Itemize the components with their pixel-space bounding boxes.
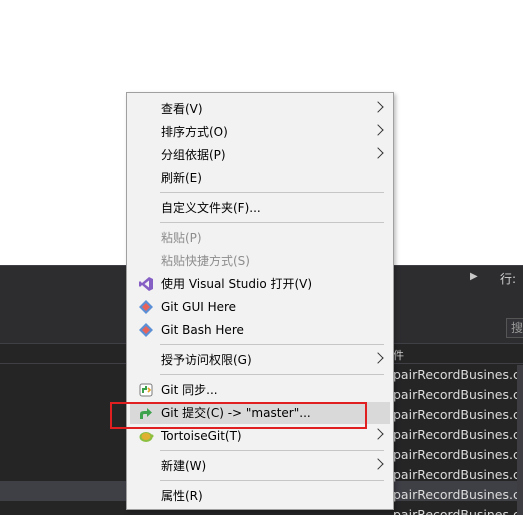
highlight-box [110,402,367,429]
file-column-header[interactable]: 件 [393,347,404,363]
chevron-right-icon [372,458,384,470]
menu-item-label: 使用 Visual Studio 打开(V) [161,277,313,291]
file-row[interactable]: pairRecordBusines.cs [393,385,523,405]
menu-separator [160,450,384,451]
menu-item-label: 分组依据(P) [161,148,226,162]
menu-item-customize-folder[interactable]: 自定义文件夹(F)... [130,197,390,219]
row-label: 行: [500,272,517,286]
file-row[interactable]: pairRecordBusines.cs [393,485,523,505]
menu-item-label: 查看(V) [161,102,203,116]
menu-item-label: Git GUI Here [161,300,237,314]
menu-item-sort-by[interactable]: 排序方式(O) [130,121,390,143]
menu-item-properties[interactable]: 属性(R) [130,485,390,507]
menu-item-label: 属性(R) [161,489,203,503]
menu-item-label: 排序方式(O) [161,125,228,139]
file-row[interactable]: pairRecordBusines.cs [393,505,523,515]
menu-item-label: Git 同步... [161,383,218,397]
menu-item-open-with-visual-studio[interactable]: 使用 Visual Studio 打开(V) [130,273,390,295]
menu-item-git-gui-here[interactable]: Git GUI Here [130,296,390,318]
menu-item-git-sync[interactable]: Git 同步... [130,379,390,401]
chevron-right-icon [372,352,384,364]
chevron-right-icon [372,147,384,159]
visual-studio-icon [139,277,153,291]
menu-item-label: Git Bash Here [161,323,244,337]
file-row[interactable]: pairRecordBusines.cs [393,425,523,445]
menu-item-label: 粘贴快捷方式(S) [161,254,250,268]
menu-item-label: 粘贴(P) [161,231,202,245]
file-row[interactable]: pairRecordBusines.cs [393,405,523,425]
menu-item-label: 刷新(E) [161,171,202,185]
menu-item-label: 自定义文件夹(F)... [161,201,261,215]
menu-item-git-bash-here[interactable]: Git Bash Here [130,319,390,341]
menu-item-label: 新建(W) [161,459,207,473]
menu-item-label: 授予访问权限(G) [161,353,252,367]
search-input[interactable]: 搜 [506,318,523,338]
file-list: pairRecordBusines.cs pairRecordBusines.c… [393,365,523,515]
chevron-right-icon [372,428,384,440]
menu-item-grant-access[interactable]: 授予访问权限(G) [130,349,390,371]
file-row[interactable]: pairRecordBusines.cs [393,465,523,485]
menu-separator [160,192,384,193]
chevron-right-icon [372,101,384,113]
menu-item-paste: 粘贴(P) [130,227,390,249]
play-icon[interactable]: ▶ [470,271,478,282]
menu-item-group-by[interactable]: 分组依据(P) [130,144,390,166]
menu-separator [160,374,384,375]
git-bash-icon [139,323,153,337]
git-sync-icon [139,383,153,397]
menu-item-refresh[interactable]: 刷新(E) [130,167,390,189]
menu-item-new[interactable]: 新建(W) [130,455,390,477]
chevron-right-icon [372,124,384,136]
file-row[interactable]: pairRecordBusines.cs [393,445,523,465]
menu-separator [160,222,384,223]
tortoisegit-icon [139,432,154,442]
menu-item-paste-shortcut: 粘贴快捷方式(S) [130,250,390,272]
menu-separator [160,344,384,345]
context-menu: 查看(V) 排序方式(O) 分组依据(P) 刷新(E) 自定义文件夹(F)...… [126,92,394,510]
scrollbar[interactable] [517,365,523,515]
menu-item-view[interactable]: 查看(V) [130,98,390,120]
menu-separator [160,480,384,481]
file-row[interactable]: pairRecordBusines.cs [393,365,523,385]
git-gui-icon [139,300,153,314]
